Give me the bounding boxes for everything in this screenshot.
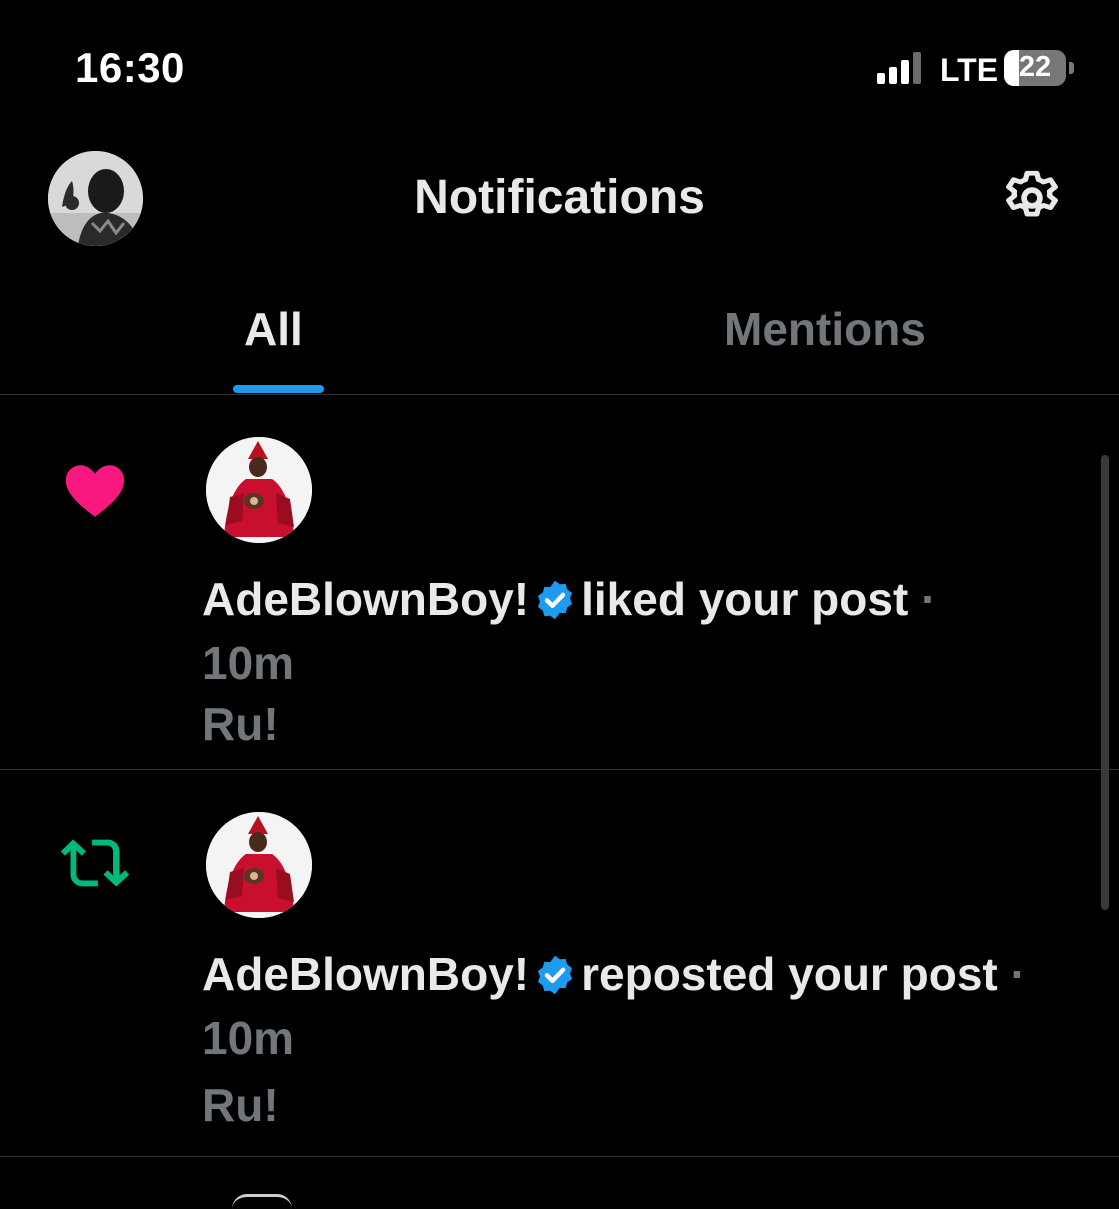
battery-icon: 22 [1004, 50, 1066, 86]
notification-text: AdeBlownBoy! liked your post · 10m [202, 567, 1042, 695]
separator-dot: · [921, 573, 937, 625]
verified-badge-icon [538, 955, 573, 995]
post-preview[interactable]: Ru! [202, 697, 279, 751]
user-photo [206, 437, 312, 543]
next-notification-avatar [232, 1194, 292, 1209]
notification-divider [0, 1156, 1119, 1157]
verified-badge-icon [538, 580, 573, 620]
user-avatar[interactable] [206, 812, 312, 918]
notification-item[interactable]: AdeBlownBoy! liked your post · 10m Ru! [0, 395, 1119, 769]
repost-icon [60, 839, 130, 887]
status-bar: 16:30 LTE 22 [0, 0, 1119, 140]
user-avatar[interactable] [206, 437, 312, 543]
notification-item[interactable]: AdeBlownBoy! reposted your post · 10m Ru! [0, 770, 1119, 1156]
status-time: 16:30 [75, 44, 185, 91]
scrollbar[interactable] [1101, 455, 1109, 910]
gear-icon [1006, 170, 1058, 217]
separator-dot: · [1010, 948, 1026, 1000]
notification-action: liked your post [581, 573, 909, 625]
tab-selected-indicator [233, 385, 324, 393]
heart-icon [65, 465, 125, 517]
post-preview[interactable]: Ru! [202, 1078, 279, 1132]
battery-level: 22 [1018, 51, 1052, 83]
notification-time: 10m [202, 1012, 295, 1064]
cellular-signal-icon [877, 52, 921, 84]
settings-button[interactable] [998, 164, 1066, 232]
tab-all[interactable]: All [244, 302, 303, 356]
user-photo [206, 812, 312, 918]
notification-time: 10m [202, 637, 295, 689]
notification-text: AdeBlownBoy! reposted your post · 10m [202, 942, 1042, 1070]
battery-nub [1069, 62, 1074, 74]
user-name[interactable]: AdeBlownBoy! [202, 948, 529, 1000]
page-title: Notifications [414, 171, 705, 224]
network-type: LTE [940, 52, 999, 88]
notification-action: reposted your post [581, 948, 998, 1000]
user-name[interactable]: AdeBlownBoy! [202, 573, 529, 625]
tab-mentions[interactable]: Mentions [724, 302, 926, 356]
